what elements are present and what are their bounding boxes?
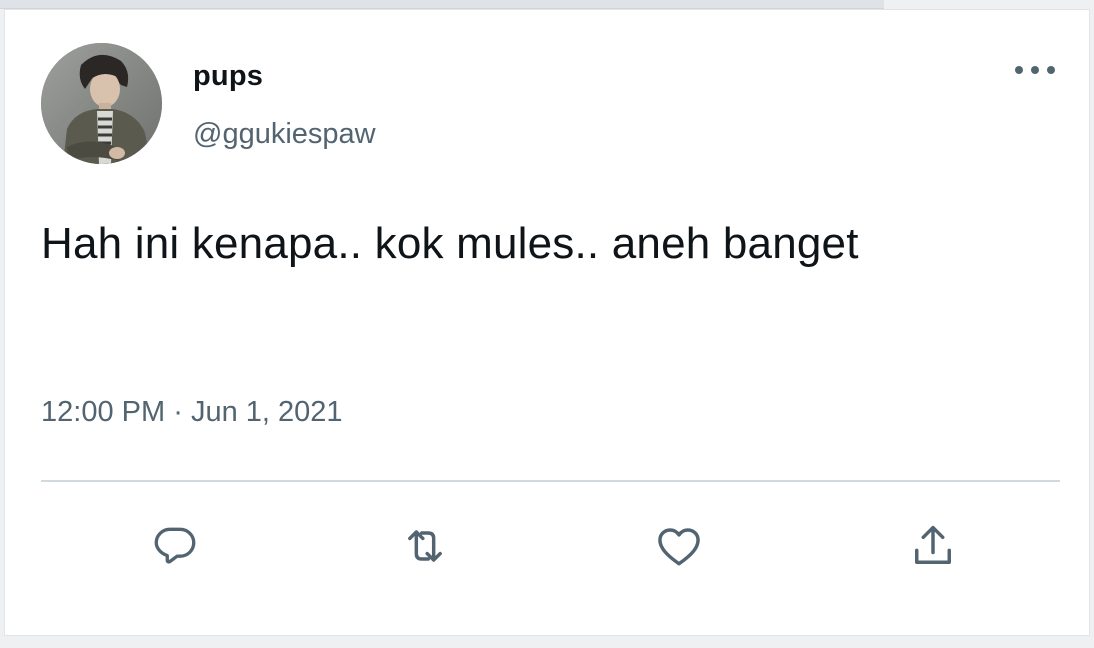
tweet-text: Hah ini kenapa.. kok mules.. aneh banget (41, 219, 859, 268)
share-icon (915, 525, 951, 564)
retweet-button[interactable] (397, 518, 453, 574)
tweet-date: Jun 1, 2021 (190, 396, 343, 428)
profile-photo-icon (41, 43, 162, 164)
retweet-icon (408, 530, 442, 562)
tweet-time: 12:00 PM (41, 396, 166, 428)
reply-button[interactable] (147, 518, 203, 574)
more-options-button[interactable] (1011, 58, 1059, 82)
heart-icon (658, 528, 700, 566)
user-handle[interactable]: @ggukiespaw (193, 118, 376, 151)
divider (41, 480, 1060, 482)
tweet-card: pups @ggukiespaw Hah ini kenapa.. kok mu… (4, 9, 1090, 636)
share-button[interactable] (905, 518, 961, 574)
like-button[interactable] (651, 518, 707, 574)
reply-icon (154, 527, 196, 564)
avatar[interactable] (41, 43, 162, 164)
top-strip (0, 0, 884, 9)
meta-separator: · (173, 396, 183, 428)
more-dots-icon (1015, 66, 1055, 74)
tweet-timestamp[interactable]: 12:00 PM · Jun 1, 2021 (41, 396, 343, 429)
display-name[interactable]: pups (193, 60, 263, 93)
